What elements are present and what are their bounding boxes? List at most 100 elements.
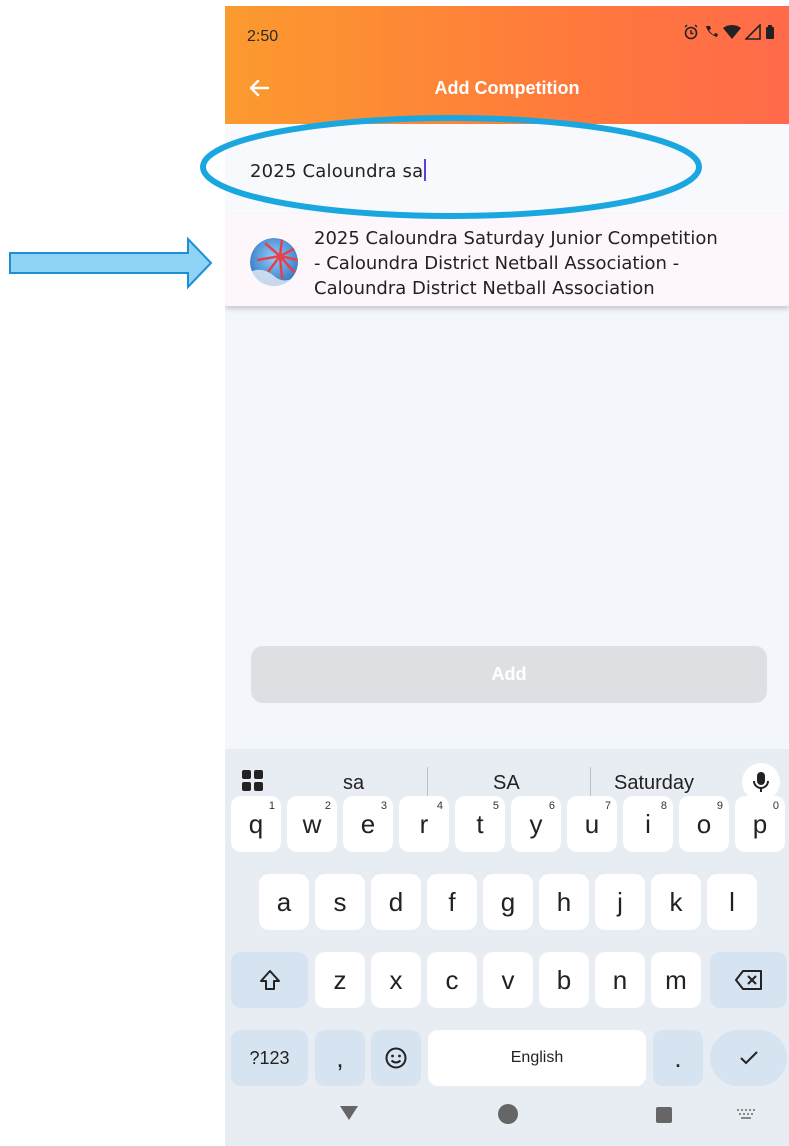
period-key[interactable]: . [653, 1030, 703, 1086]
key-b[interactable]: b [539, 952, 589, 1008]
soft-keyboard: sa SA Saturday q1w2e3r4t5y6u7i8o9p0asdfg… [225, 749, 789, 1146]
key-label: t [476, 808, 484, 839]
key-hint: 7 [604, 800, 611, 812]
key-hint: 5 [492, 800, 499, 812]
backspace-key[interactable] [710, 952, 787, 1008]
key-label: v [501, 964, 515, 995]
key-k[interactable]: k [651, 874, 701, 930]
association-logo-icon [250, 238, 298, 286]
space-key[interactable]: English [428, 1030, 646, 1086]
key-label: j [617, 886, 623, 917]
key-label: h [556, 886, 572, 917]
key-label: m [665, 964, 687, 995]
backspace-icon [734, 970, 762, 990]
comma-key[interactable]: , [315, 1030, 365, 1086]
symbols-key[interactable]: ?123 [231, 1030, 308, 1086]
key-label: c [445, 964, 459, 995]
word-suggestion[interactable]: SA [493, 772, 520, 795]
key-label: i [645, 808, 651, 839]
key-t[interactable]: t5 [455, 796, 505, 852]
key-q[interactable]: q1 [231, 796, 281, 852]
key-label: q [248, 808, 264, 839]
key-d[interactable]: d [371, 874, 421, 930]
key-o[interactable]: o9 [679, 796, 729, 852]
key-r[interactable]: r4 [399, 796, 449, 852]
key-g[interactable]: g [483, 874, 533, 930]
key-hint: 9 [716, 800, 723, 812]
key-hint: 0 [772, 800, 779, 812]
key-u[interactable]: u7 [567, 796, 617, 852]
enter-key[interactable] [710, 1030, 787, 1086]
key-label: s [333, 886, 347, 917]
key-h[interactable]: h [539, 874, 589, 930]
key-hint: 3 [380, 800, 387, 812]
key-f[interactable]: f [427, 874, 477, 930]
key-n[interactable]: n [595, 952, 645, 1008]
annotation-ellipse [200, 115, 702, 219]
key-label: x [389, 964, 403, 995]
key-label: f [448, 886, 456, 917]
suggestion-line: 2025 Caloundra Saturday Junior Competiti… [314, 228, 718, 249]
key-y[interactable]: y6 [511, 796, 561, 852]
divider [590, 767, 591, 797]
divider [427, 767, 428, 797]
key-i[interactable]: i8 [623, 796, 673, 852]
keyboard-switch-icon[interactable] [737, 1109, 755, 1119]
suggestion-text: 2025 Caloundra Saturday Junior Competiti… [314, 226, 784, 301]
battery-icon [766, 25, 774, 39]
app-bar: 2:50 Add Competition [225, 6, 789, 124]
status-icons [683, 24, 775, 40]
key-label: n [612, 964, 628, 995]
key-p[interactable]: p0 [735, 796, 785, 852]
key-label: p [752, 808, 768, 839]
signal-icon [745, 24, 761, 40]
apps-grid-icon[interactable] [241, 769, 265, 793]
emoji-key[interactable] [371, 1030, 421, 1086]
shift-icon [259, 970, 280, 990]
key-label: o [696, 808, 712, 839]
page-title: Add Competition [434, 78, 580, 98]
annotation-arrow-icon [9, 236, 213, 290]
key-a[interactable]: a [259, 874, 309, 930]
key-hint: 4 [436, 800, 443, 812]
word-suggestion[interactable]: Saturday [614, 772, 694, 795]
key-hint: 8 [660, 800, 667, 812]
emoji-icon [385, 1047, 407, 1069]
key-e[interactable]: e3 [343, 796, 393, 852]
key-x[interactable]: x [371, 952, 421, 1008]
nav-home-icon[interactable] [497, 1103, 519, 1125]
suggestion-line: Caloundra District Netball Association [314, 278, 655, 299]
key-l[interactable]: l [707, 874, 757, 930]
key-w[interactable]: w2 [287, 796, 337, 852]
suggestion-line: - Caloundra District Netball Association… [314, 253, 680, 274]
key-label: u [584, 808, 600, 839]
key-label: d [388, 886, 404, 917]
checkmark-icon [739, 1051, 758, 1065]
key-label: b [556, 964, 572, 995]
key-hint: 6 [548, 800, 555, 812]
key-s[interactable]: s [315, 874, 365, 930]
key-hint: 2 [324, 800, 331, 812]
key-c[interactable]: c [427, 952, 477, 1008]
shift-key[interactable] [231, 952, 308, 1008]
call-icon [706, 26, 718, 37]
key-label: r [419, 808, 429, 839]
key-m[interactable]: m [651, 952, 701, 1008]
key-label: w [302, 808, 322, 839]
key-hint: 1 [268, 800, 275, 812]
microphone-icon [753, 772, 769, 792]
key-label: g [500, 886, 516, 917]
word-suggestion[interactable]: sa [343, 772, 364, 795]
nav-recents-icon[interactable] [655, 1106, 673, 1124]
key-v[interactable]: v [483, 952, 533, 1008]
key-j[interactable]: j [595, 874, 645, 930]
add-button[interactable]: Add [251, 646, 767, 703]
wifi-icon [723, 25, 741, 39]
key-label: k [669, 886, 683, 917]
key-label: z [333, 964, 347, 995]
key-z[interactable]: z [315, 952, 365, 1008]
key-label: e [360, 808, 376, 839]
key-label: a [276, 886, 292, 917]
nav-back-icon[interactable] [339, 1105, 359, 1121]
key-label: y [529, 808, 543, 839]
